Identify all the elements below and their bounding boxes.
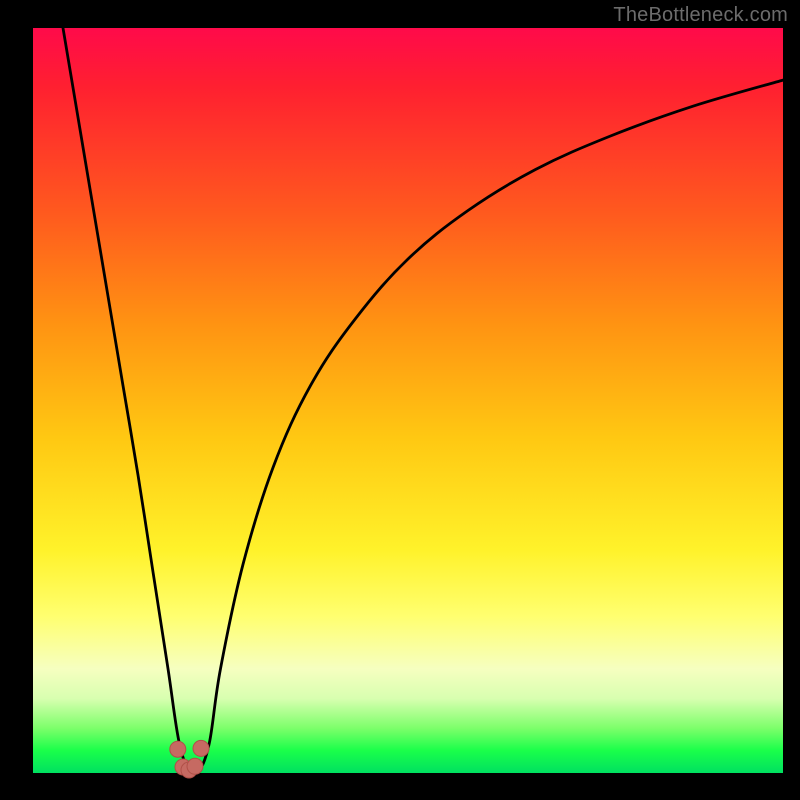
valley-marker <box>170 741 186 757</box>
bottleneck-curve-path <box>63 28 783 777</box>
bottleneck-curve-svg <box>0 0 800 800</box>
valley-marker <box>187 758 203 774</box>
valley-marker <box>193 740 209 756</box>
chart-frame: TheBottleneck.com <box>0 0 800 800</box>
